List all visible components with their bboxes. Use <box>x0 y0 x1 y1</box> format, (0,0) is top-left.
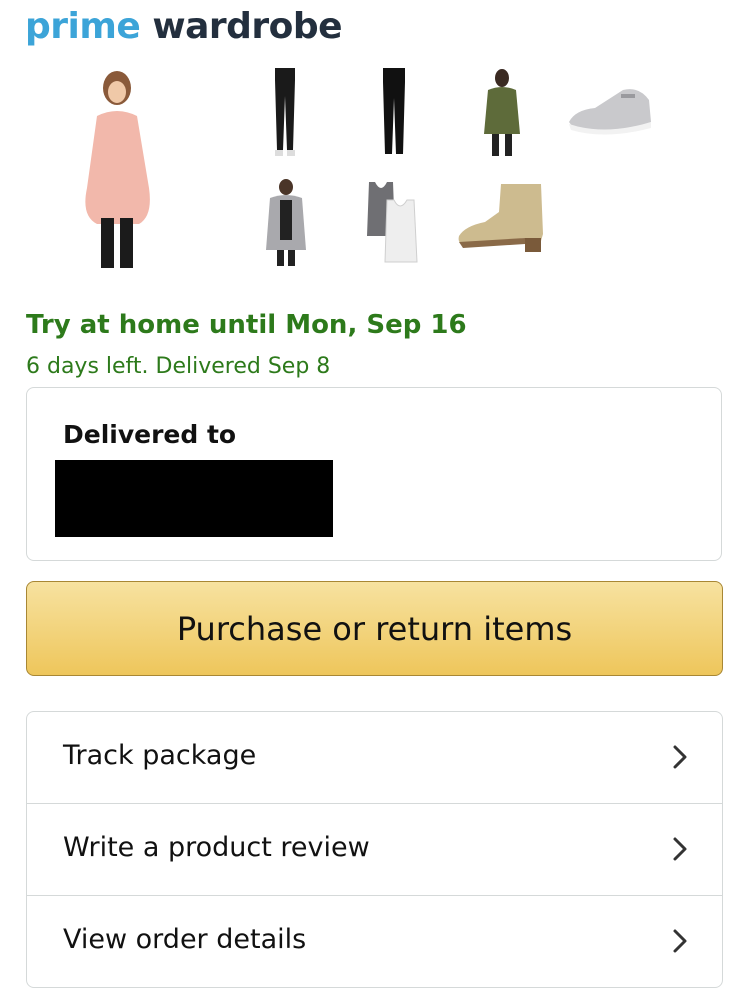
item-thumb-black-pants[interactable] <box>375 68 413 158</box>
item-thumb-black-leggings[interactable] <box>268 68 302 160</box>
item-thumb-grey-cardigan[interactable] <box>262 178 310 268</box>
prime-wardrobe-logo: prime wardrobe <box>25 6 343 47</box>
item-thumb-tank-tops[interactable] <box>365 176 421 266</box>
delivered-to-label: Delivered to <box>63 420 237 449</box>
item-thumb-pink-sweater[interactable] <box>75 68 160 268</box>
view-order-details-label: View order details <box>63 924 307 955</box>
delivery-address-card: Delivered to <box>26 387 722 561</box>
write-review-row[interactable]: Write a product review <box>27 804 722 896</box>
try-at-home-deadline: Try at home until Mon, Sep 16 <box>26 310 467 340</box>
track-package-label: Track package <box>63 740 257 771</box>
track-package-row[interactable]: Track package <box>27 712 722 804</box>
logo-wardrobe: wardrobe <box>152 6 343 47</box>
chevron-right-icon <box>673 745 687 769</box>
item-thumbnails <box>0 62 750 272</box>
redacted-address <box>55 460 333 537</box>
item-thumb-green-jacket[interactable] <box>480 68 524 158</box>
write-review-label: Write a product review <box>63 832 370 863</box>
item-thumb-grey-sneakers[interactable] <box>565 82 655 142</box>
order-actions-list: Track package Write a product review Vie… <box>26 711 723 988</box>
purchase-or-return-button[interactable]: Purchase or return items <box>26 581 723 676</box>
chevron-right-icon <box>673 837 687 861</box>
chevron-right-icon <box>673 929 687 953</box>
delivery-status-text: 6 days left. Delivered Sep 8 <box>26 354 331 379</box>
item-thumb-tan-boot[interactable] <box>455 182 551 260</box>
view-order-details-row[interactable]: View order details <box>27 896 722 987</box>
logo-prime: prime <box>25 6 141 47</box>
